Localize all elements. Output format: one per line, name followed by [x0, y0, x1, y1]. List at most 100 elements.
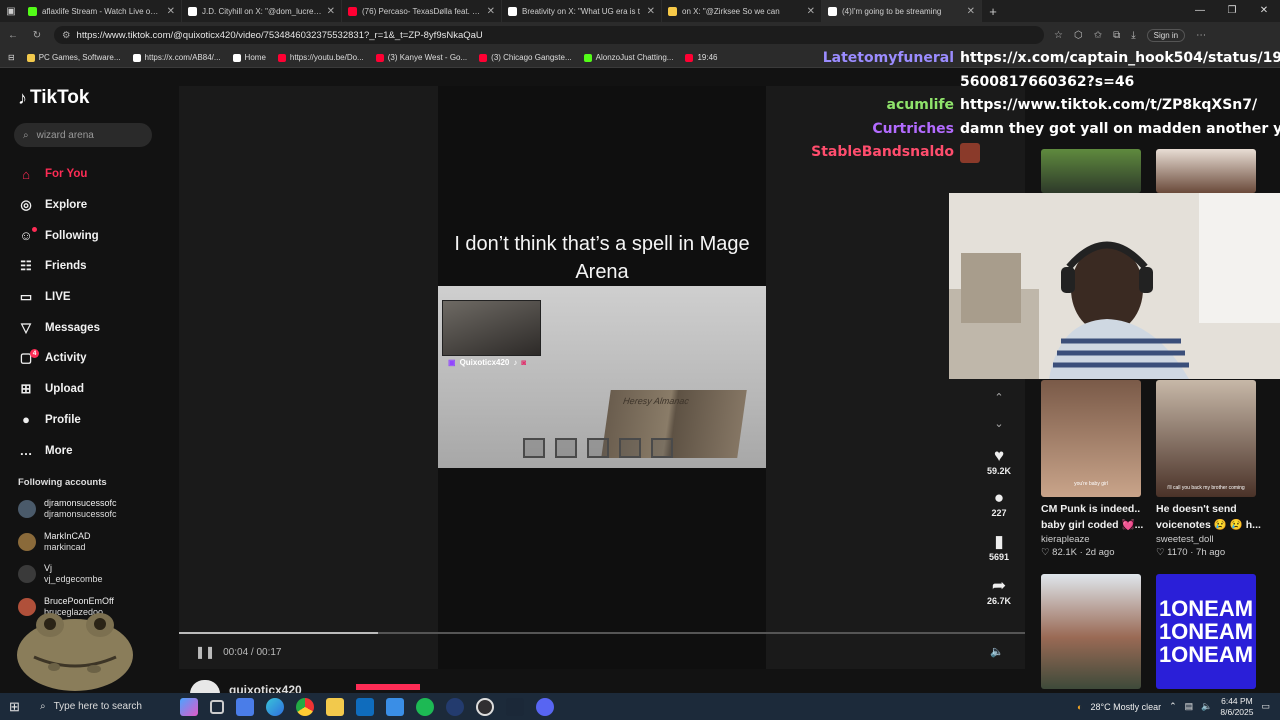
browser-tab[interactable]: J.D. Cityhill on X: "@dom_lucre W ✕ — [182, 0, 342, 22]
browser-tab[interactable]: Breativity on X: "What UG era is t ✕ — [502, 0, 662, 22]
sidebar-item-messages[interactable]: ▽ Messages — [18, 312, 168, 343]
address-bar[interactable]: ⚙ https://www.tiktok.com/@quixoticx420/v… — [54, 26, 1044, 44]
task-view-icon[interactable] — [210, 699, 224, 714]
video-thumbnail[interactable] — [1041, 149, 1141, 193]
weather-icon[interactable]: ◐ — [1077, 702, 1082, 712]
close-tab-icon[interactable]: ✕ — [967, 6, 975, 17]
video-username[interactable]: kierapleaze — [1041, 534, 1090, 545]
favorites-icon[interactable]: ✩ — [1094, 30, 1102, 41]
following-account[interactable]: djramonsucessofc djramonsucessofc — [18, 498, 168, 520]
back-icon[interactable]: ← — [6, 30, 20, 41]
refresh-icon[interactable]: ↻ — [30, 30, 44, 41]
video-thumbnail[interactable] — [1156, 149, 1256, 193]
sidebar-item-live[interactable]: ▭ LIVE — [18, 282, 168, 313]
following-account[interactable]: MarkInCAD markincad — [18, 531, 168, 553]
file-explorer-icon[interactable] — [326, 697, 344, 716]
following-account[interactable]: Vj vj_edgecombe — [18, 563, 168, 585]
sidebar-item-friends[interactable]: ☷ Friends — [18, 251, 168, 282]
bookmark-item[interactable]: (3) Kanye West - Go... — [375, 53, 467, 62]
video-username[interactable]: sweetest_doll — [1156, 534, 1214, 545]
like-button[interactable]: ♥ 59.2K — [983, 446, 1015, 476]
close-tab-icon[interactable]: ✕ — [327, 6, 335, 17]
downloads-icon[interactable]: ⤓ — [1131, 30, 1135, 41]
menu-icon[interactable]: ⋯ — [1196, 30, 1206, 41]
sidebar-item-explore[interactable]: ◎ Explore — [18, 190, 168, 221]
scroll-down-icon[interactable]: ⌄ — [983, 414, 1015, 432]
sidebar-item-activity[interactable]: ▢ 4 Activity — [18, 343, 168, 374]
close-tab-icon[interactable]: ✕ — [167, 6, 175, 17]
clock[interactable]: 6:44 PM 8/6/2025 — [1220, 696, 1253, 718]
outlook-icon[interactable] — [356, 697, 374, 716]
video-thumbnail[interactable]: 1ONEAM 1ONEAM 1ONEAM — [1156, 574, 1256, 689]
volume-icon[interactable]: 🔈 — [1201, 701, 1212, 712]
bookmark-item[interactable]: AlonzoJust Chatting... — [583, 53, 673, 62]
browser-tab[interactable]: aflaxlife Stream - Watch Live on K ✕ — [22, 0, 182, 22]
close-tab-icon[interactable]: ✕ — [647, 6, 655, 17]
bookmark-import-icon[interactable]: ⊟ — [8, 53, 15, 62]
photos-icon[interactable] — [386, 697, 404, 716]
video-title[interactable]: CM Punk is indeed.. — [1041, 503, 1151, 515]
bookmark-item[interactable]: (3) Chicago Gangste... — [479, 53, 572, 62]
tab-actions-icon[interactable]: ▣ — [0, 6, 22, 17]
bookmark-item[interactable]: https://x.com/AB84/... — [132, 53, 221, 62]
comment-button[interactable]: ● 227 — [983, 488, 1015, 518]
sign-in-button[interactable]: Sign in — [1146, 28, 1186, 42]
save-button[interactable]: ▮ 5691 — [983, 532, 1015, 562]
browser-tab[interactable]: on X: "@Zirksee So we can ✕ — [662, 0, 822, 22]
browser-tab[interactable]: (4)I'm going to be streaming ✕ — [822, 0, 982, 22]
start-icon[interactable]: ⊞ — [9, 699, 20, 715]
search-input[interactable]: ⌕ wizard arena — [14, 123, 152, 147]
weather-text[interactable]: 28°C Mostly clear — [1090, 702, 1161, 712]
bookmark-item[interactable]: PC Games, Software... — [26, 53, 121, 62]
close-tab-icon[interactable]: ✕ — [487, 6, 495, 17]
sidebar-item-for-you[interactable]: ⌂ For You — [18, 159, 168, 190]
pause-icon[interactable]: ❚❚ — [195, 645, 215, 659]
video-thumbnail[interactable]: i'll call you back my brother coming — [1156, 380, 1256, 497]
profile-icon: ● — [22, 412, 30, 428]
edge-icon[interactable] — [266, 697, 284, 716]
tray-overflow-icon[interactable]: ⌃ — [1169, 701, 1177, 712]
extensions-icon[interactable]: ⬡ — [1074, 30, 1083, 41]
spotify-icon[interactable] — [416, 697, 434, 716]
video-title-line2[interactable]: baby girl coded 💓... — [1041, 518, 1151, 531]
bookmark-item[interactable]: 19:46 — [685, 53, 718, 62]
follow-button[interactable] — [356, 684, 420, 690]
copilot-icon[interactable] — [180, 697, 198, 716]
browser-tab[interactable]: (76) Percaso- TexasDølla feat. Tez ✕ — [342, 0, 502, 22]
sidebar-item-upload[interactable]: ⊞ Upload — [18, 374, 168, 405]
new-tab-button[interactable]: + — [982, 4, 1004, 19]
live-icon: ▭ — [19, 289, 33, 305]
taskbar-search[interactable]: ⌕ Type here to search — [32, 693, 172, 720]
share-button[interactable]: ➦ 26.7K — [983, 576, 1015, 606]
video-thumbnail[interactable] — [1041, 574, 1141, 689]
close-tab-icon[interactable]: ✕ — [807, 6, 815, 17]
tab-favicon — [28, 6, 37, 16]
star-icon[interactable]: ☆ — [1054, 30, 1063, 41]
discord-icon[interactable] — [536, 697, 554, 716]
close-window-icon[interactable]: ✕ — [1248, 0, 1280, 22]
maximize-icon[interactable]: ❐ — [1216, 0, 1248, 22]
collections-icon[interactable]: ⧉ — [1113, 30, 1120, 41]
minimize-icon[interactable]: — — [1184, 0, 1216, 22]
sidebar-item-profile[interactable]: ● Profile — [18, 405, 168, 436]
video-title-line2[interactable]: voicenotes 😢 😢 h... — [1156, 518, 1266, 531]
chrome-icon[interactable] — [296, 697, 314, 716]
site-info-icon[interactable]: ⚙ — [62, 30, 71, 41]
author-avatar[interactable] — [190, 680, 220, 694]
notification-icon[interactable]: ▭ — [1261, 701, 1270, 712]
tiktok-logo[interactable]: ♪ TikTok — [18, 87, 89, 109]
store-icon[interactable] — [236, 697, 254, 716]
scroll-up-icon[interactable]: ⌃ — [983, 388, 1015, 406]
network-icon[interactable]: ▤ — [1185, 701, 1194, 712]
sidebar-item-following[interactable]: ☺ Following — [18, 220, 168, 251]
volume-icon[interactable]: 🔈 — [990, 645, 1004, 658]
bookmark-item[interactable]: Home — [232, 53, 266, 62]
video-progress-bar[interactable] — [179, 632, 1025, 634]
video-thumbnail[interactable]: you're baby girl — [1041, 380, 1141, 497]
video-title[interactable]: He doesn't send — [1156, 503, 1266, 515]
sidebar-item-more[interactable]: … More — [18, 435, 168, 466]
steam-icon[interactable] — [506, 697, 524, 716]
obs-icon[interactable] — [476, 697, 494, 716]
app-icon[interactable] — [446, 697, 464, 716]
bookmark-item[interactable]: https://youtu.be/Do... — [277, 53, 364, 62]
